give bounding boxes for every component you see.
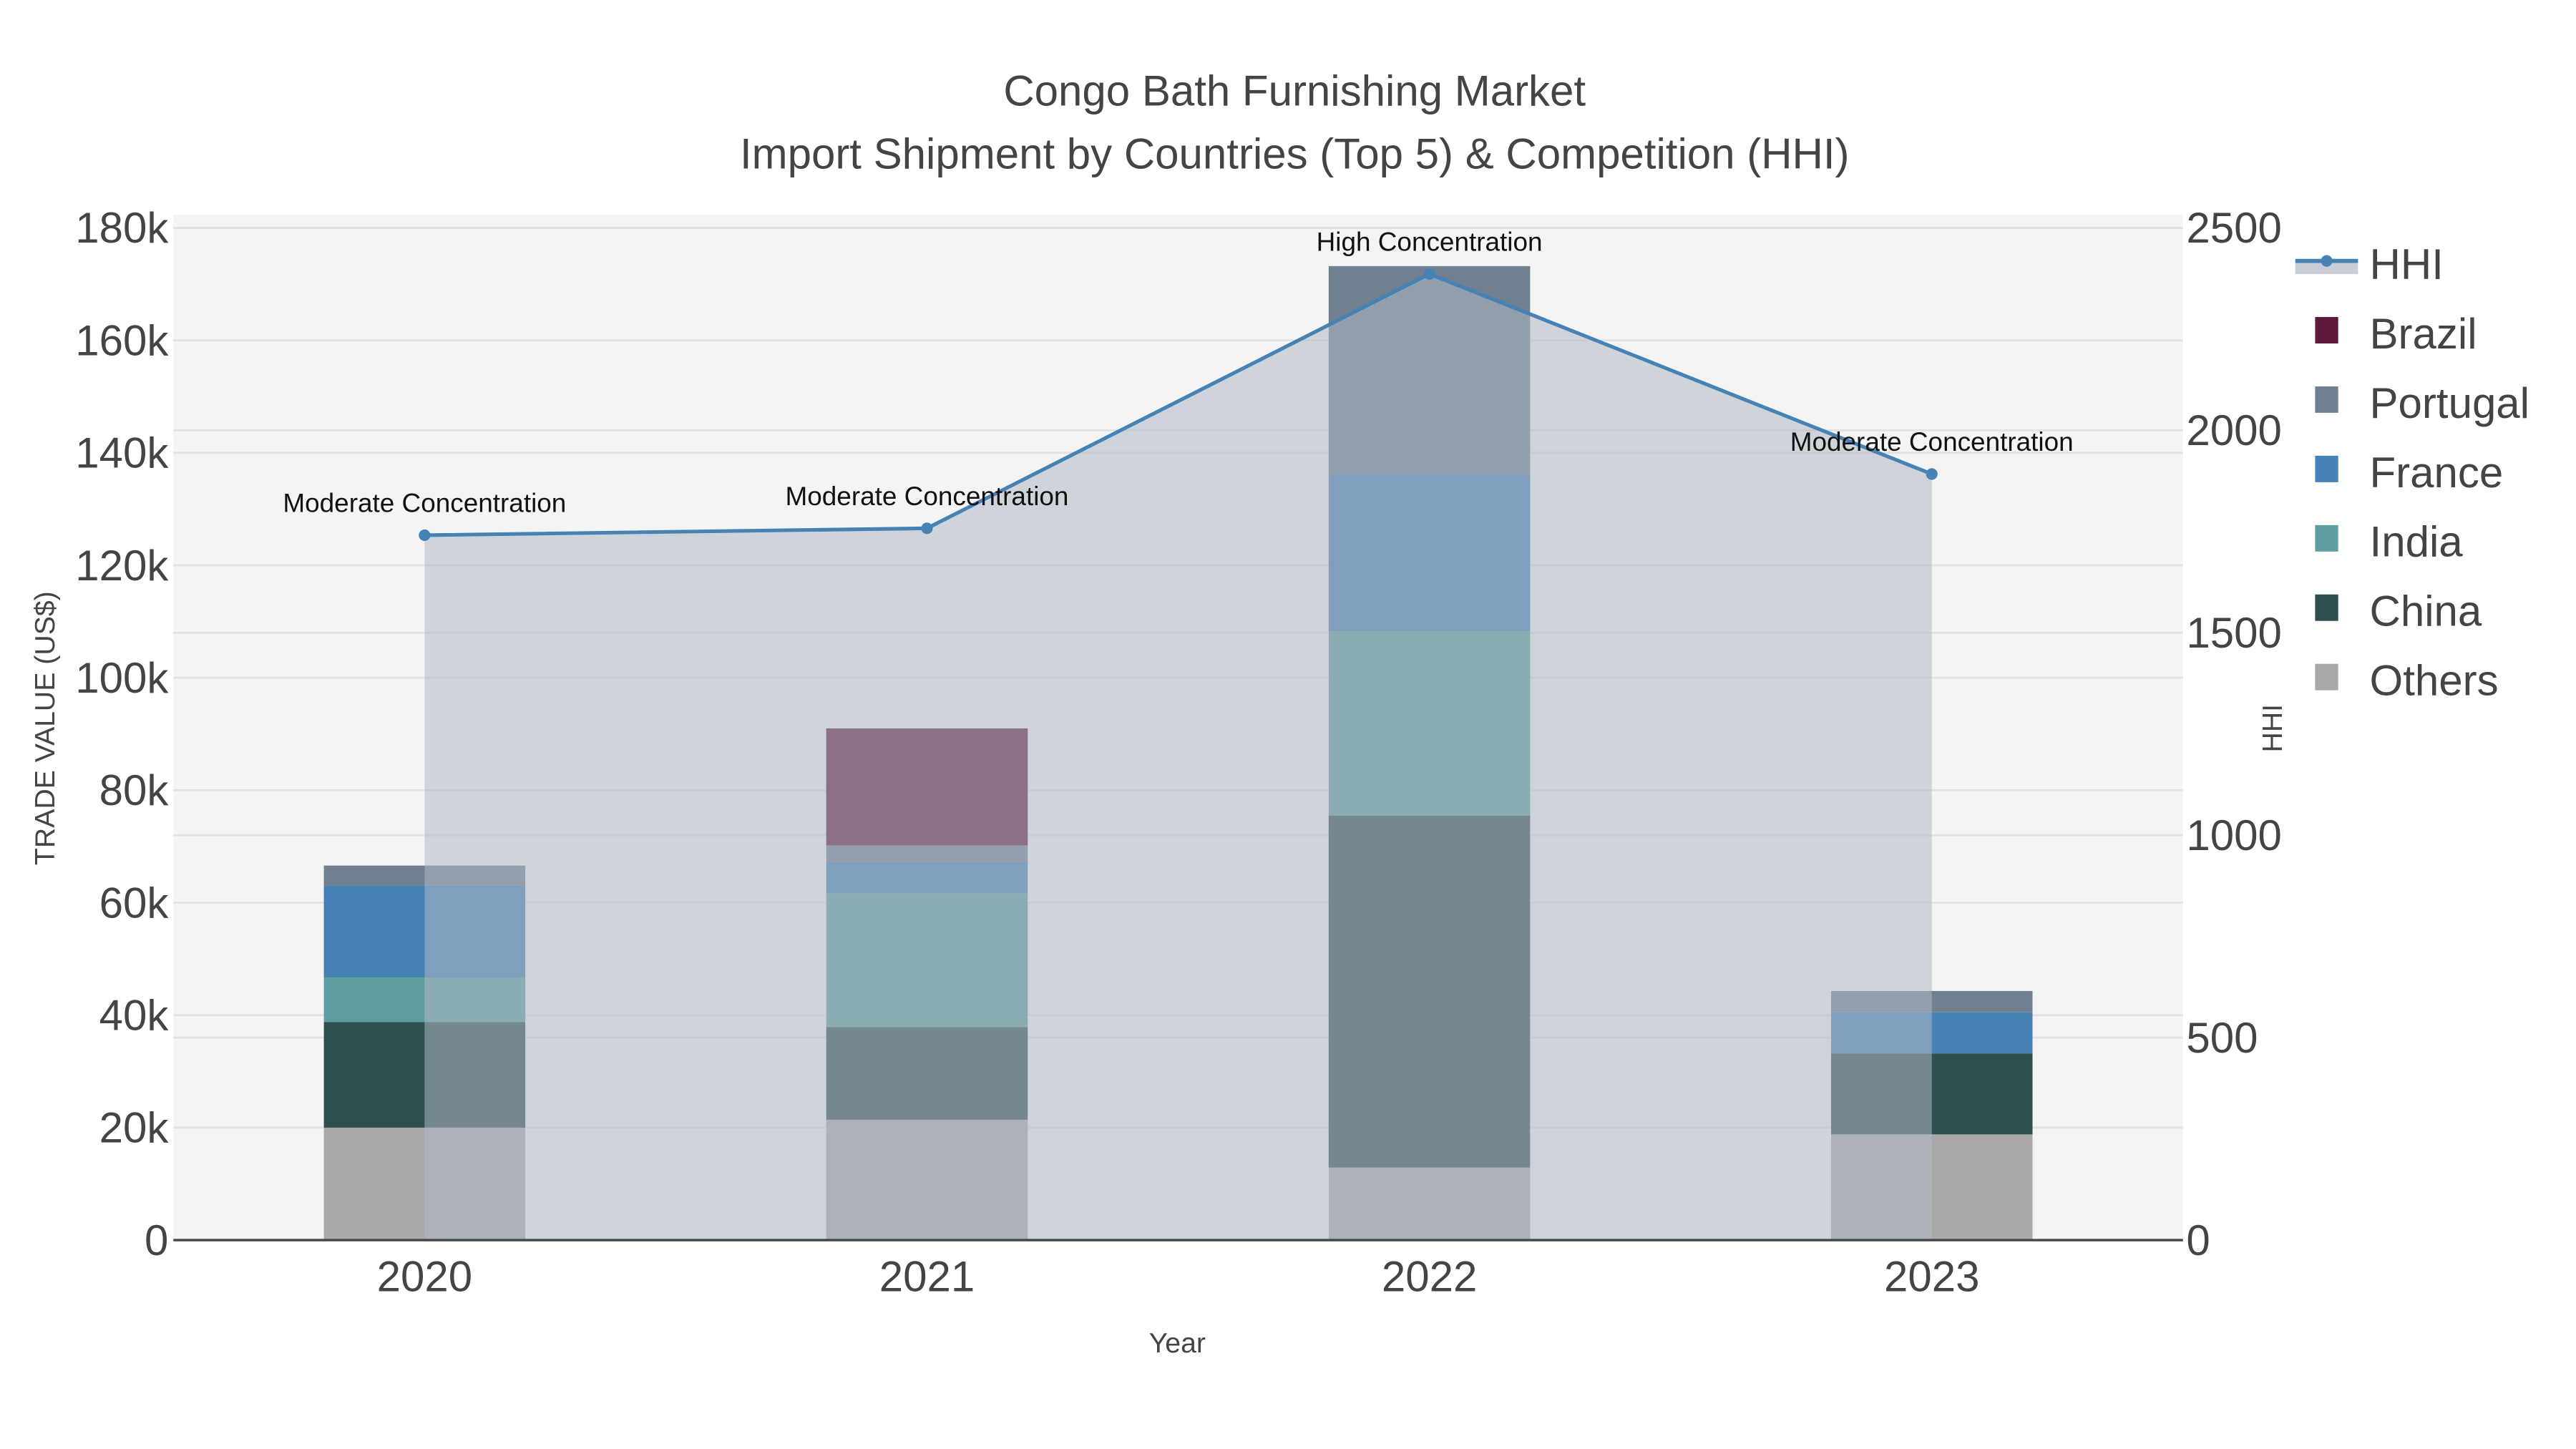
chart: Moderate Concentration Moderate Concentra…	[0, 0, 2576, 1449]
y-tick-label: 180k	[75, 204, 169, 252]
y2-tick-label: 2500	[2186, 204, 2281, 252]
y-tick-label: 40k	[99, 991, 170, 1039]
y-tick-label: 60k	[99, 879, 170, 927]
legend-marker-icon	[2321, 255, 2333, 267]
hhi-annotation: Moderate Concentration	[283, 489, 566, 518]
hhi-annotation: Moderate Concentration	[1790, 427, 2074, 457]
x-tick-label: 2020	[377, 1253, 472, 1301]
hhi-point-2023[interactable]	[1926, 468, 1938, 480]
legend-label: France	[2370, 449, 2504, 497]
y-tick-label: 160k	[75, 316, 169, 364]
y2-tick-label: 0	[2186, 1216, 2210, 1264]
y2-tick-label: 2000	[2186, 406, 2281, 454]
hhi-annotation: Moderate Concentration	[786, 482, 1069, 511]
y-tick-label: 100k	[75, 654, 169, 702]
hhi-point-2021[interactable]	[921, 522, 933, 535]
legend-label: Others	[2370, 657, 2499, 705]
hhi-point-2022[interactable]	[1423, 268, 1435, 280]
x-tick-label: 2023	[1884, 1253, 1979, 1301]
legend-label: HHI	[2370, 240, 2444, 288]
legend-label: China	[2370, 587, 2482, 635]
x-tick-label: 2021	[879, 1253, 975, 1301]
legend-swatch	[2315, 386, 2338, 413]
hhi-annotation: High Concentration	[1317, 228, 1543, 257]
y-tick-label: 20k	[99, 1104, 170, 1152]
chart-subtitle: Import Shipment by Countries (Top 5) & C…	[740, 130, 1850, 177]
legend-label: Portugal	[2370, 379, 2529, 427]
legend-swatch	[2315, 455, 2338, 482]
legend-swatch	[2315, 317, 2338, 343]
legend-swatch	[2315, 525, 2338, 552]
y-tick-label: 120k	[75, 542, 169, 590]
y-tick-label: 80k	[99, 766, 170, 814]
legend-swatch	[2315, 663, 2338, 691]
hhi-point-2020[interactable]	[419, 529, 431, 542]
y2-tick-label: 1000	[2186, 811, 2281, 859]
legend-swatch	[2315, 594, 2338, 621]
y-tick-label: 0	[145, 1216, 168, 1264]
x-tick-label: 2022	[1382, 1253, 1477, 1301]
legend-label: India	[2370, 518, 2464, 566]
chart-title: Congo Bath Furnishing Market	[1003, 67, 1586, 115]
y2-tick-label: 1500	[2186, 609, 2281, 657]
y-axis-label: TRADE VALUE (US$)	[29, 591, 61, 865]
legend-label: Brazil	[2370, 310, 2477, 358]
y2-tick-label: 500	[2186, 1014, 2258, 1062]
x-axis-label: Year	[1149, 1327, 1206, 1359]
y-tick-label: 140k	[75, 429, 169, 477]
y2-axis-label: HHI	[2257, 704, 2288, 753]
